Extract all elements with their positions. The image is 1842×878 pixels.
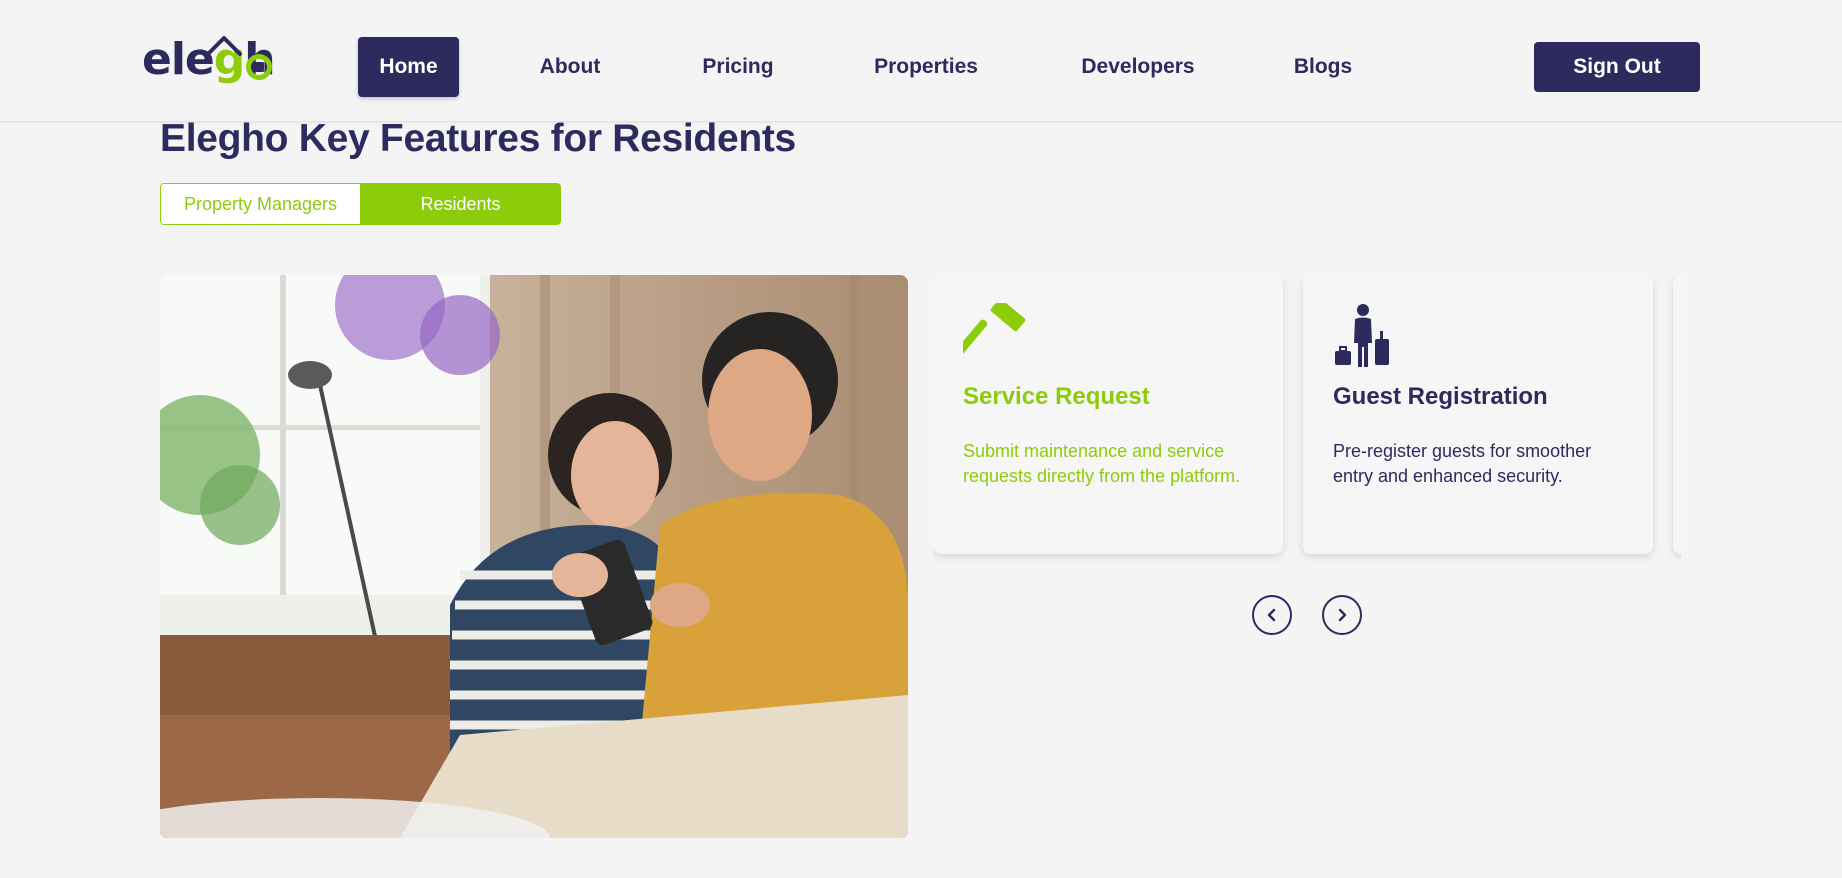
feature-title: Guest Registration bbox=[1333, 383, 1548, 410]
hammer-icon bbox=[963, 303, 1026, 357]
feature-description: Pre-register guests for smoother entry a… bbox=[1333, 441, 1592, 486]
section-title: Elegho Key Features for Residents bbox=[160, 117, 796, 160]
sign-out-button[interactable]: Sign Out bbox=[1534, 42, 1700, 92]
carousel-prev-button[interactable] bbox=[1252, 595, 1292, 635]
logo-text-ele: ele bbox=[142, 34, 215, 85]
chevron-right-icon bbox=[1338, 608, 1347, 622]
residents-photo bbox=[160, 275, 908, 838]
nav-about[interactable]: About bbox=[522, 37, 618, 97]
feature-title: Service Request bbox=[963, 383, 1150, 410]
feature-card-next-partial[interactable] bbox=[1673, 275, 1681, 554]
nav-home[interactable]: Home bbox=[358, 37, 459, 97]
logo-house-ring-icon bbox=[246, 54, 272, 80]
nav-developers[interactable]: Developers bbox=[1072, 37, 1204, 97]
chevron-left-icon bbox=[1267, 608, 1276, 622]
feature-carousel: Service Request Submit maintenance and s… bbox=[933, 275, 1681, 575]
nav-blogs[interactable]: Blogs bbox=[1286, 37, 1360, 97]
audience-toggle: Property Managers Residents bbox=[160, 183, 561, 225]
toggle-residents[interactable]: Residents bbox=[361, 184, 560, 224]
logo-roof-icon bbox=[206, 36, 242, 56]
site-header: elegh Home About Pricing Properties Deve… bbox=[0, 0, 1842, 122]
elegho-logo[interactable]: elegh bbox=[142, 30, 276, 90]
guest-luggage-icon bbox=[1335, 304, 1389, 367]
feature-description: Submit maintenance and service requests … bbox=[963, 441, 1241, 486]
carousel-next-button[interactable] bbox=[1322, 595, 1362, 635]
toggle-property-managers[interactable]: Property Managers bbox=[161, 184, 361, 224]
nav-pricing[interactable]: Pricing bbox=[688, 37, 788, 97]
feature-card-service-request[interactable]: Service Request Submit maintenance and s… bbox=[933, 275, 1283, 554]
nav-properties[interactable]: Properties bbox=[862, 37, 990, 97]
couple-with-phone-image bbox=[160, 275, 908, 838]
feature-card-guest-registration[interactable]: Guest Registration Pre-register guests f… bbox=[1303, 275, 1653, 554]
